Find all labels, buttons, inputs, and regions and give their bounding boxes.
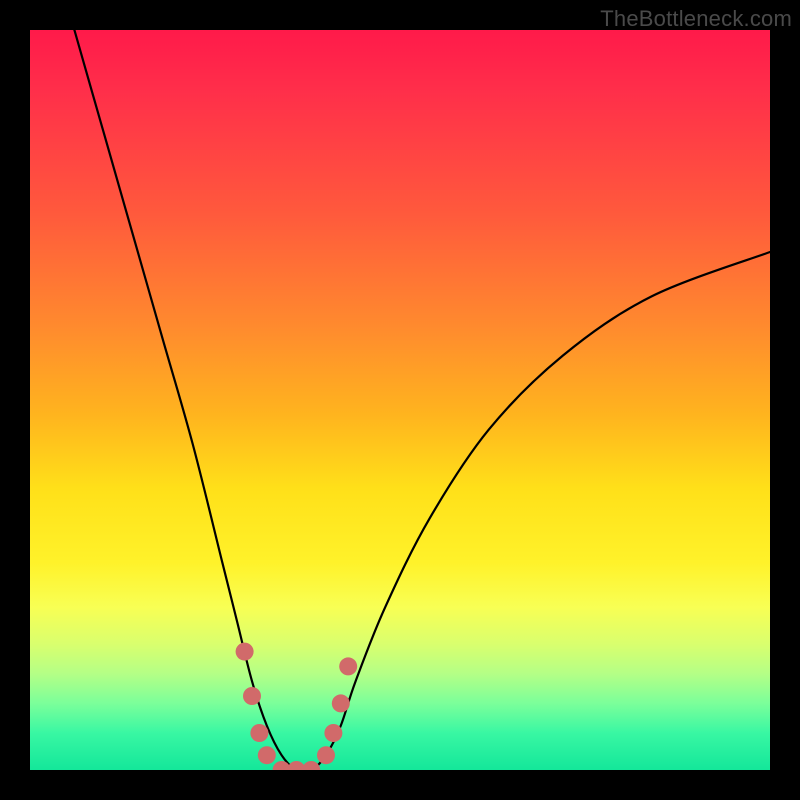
curve-marker	[324, 724, 342, 742]
watermark-text: TheBottleneck.com	[600, 6, 792, 32]
curve-svg	[30, 30, 770, 770]
curve-marker	[236, 643, 254, 661]
curve-marker	[317, 746, 335, 764]
marker-group	[236, 643, 358, 770]
curve-marker	[332, 694, 350, 712]
curve-marker	[258, 746, 276, 764]
bottleneck-curve-path	[74, 30, 770, 770]
curve-marker	[250, 724, 268, 742]
plot-area	[30, 30, 770, 770]
curve-marker	[302, 761, 320, 770]
curve-marker	[339, 657, 357, 675]
chart-stage: TheBottleneck.com	[0, 0, 800, 800]
curve-marker	[243, 687, 261, 705]
